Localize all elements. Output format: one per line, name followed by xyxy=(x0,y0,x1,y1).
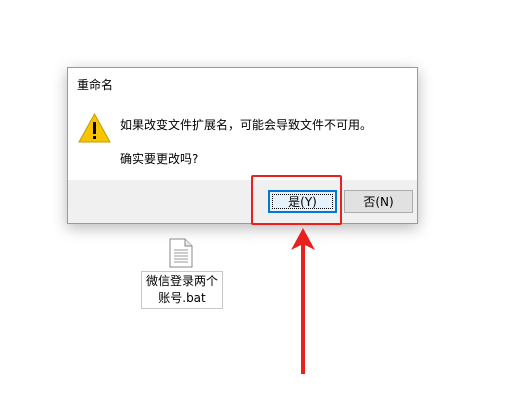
file-name-line2: 账号.bat xyxy=(158,291,206,305)
dialog-title: 重命名 xyxy=(77,77,114,92)
dialog-message-primary: 如果改变文件扩展名，可能会导致文件不可用。 xyxy=(120,118,373,132)
annotation-highlight-box xyxy=(251,175,342,225)
dialog-message-area xyxy=(68,100,417,180)
file-name-line1: 微信登录两个 xyxy=(145,274,218,288)
no-button[interactable]: 否(N) xyxy=(344,190,413,213)
batch-file-icon xyxy=(169,238,193,268)
rename-dialog: 重命名 如果改变文件扩展名，可能会导致文件不可用。 确实要更改吗? 是(Y) 否… xyxy=(67,67,418,224)
warning-icon xyxy=(78,113,111,143)
dialog-titlebar[interactable]: 重命名 xyxy=(68,68,417,100)
annotation-arrow-icon xyxy=(291,228,315,374)
dialog-message-confirm: 确实要更改吗? xyxy=(120,152,199,166)
desktop-file-name[interactable]: 微信登录两个 账号.bat xyxy=(141,271,223,309)
